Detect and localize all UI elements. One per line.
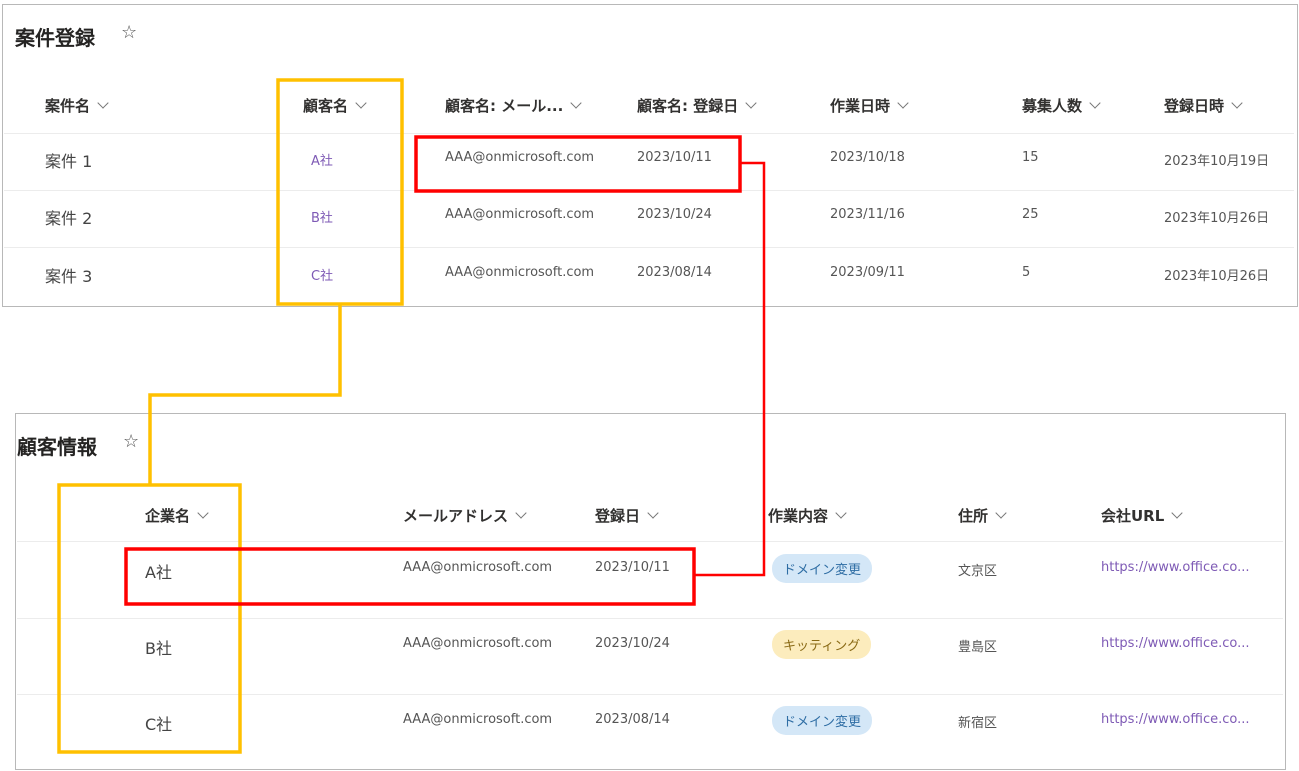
table-cell[interactable]: 案件 3 xyxy=(45,263,92,287)
table-cell: 2023/08/14 xyxy=(637,265,712,280)
column-header[interactable]: 募集人数 xyxy=(1022,95,1101,116)
table-cell: 25 xyxy=(1022,207,1039,222)
table-cell: 文京区 xyxy=(958,564,998,579)
chevron-down-icon[interactable] xyxy=(1171,507,1183,519)
table-cell: AAA@onmicrosoft.com xyxy=(403,636,553,651)
column-label: 登録日時 xyxy=(1164,97,1225,115)
column-header[interactable]: 企業名 xyxy=(145,505,209,526)
task-badge: ドメイン変更 xyxy=(772,554,873,583)
column-label: 登録日 xyxy=(595,507,641,525)
column-label: 顧客名 xyxy=(303,97,349,115)
table-cell: 5 xyxy=(1022,265,1031,280)
column-header[interactable]: 登録日 xyxy=(595,505,659,526)
table-cell: 豊島区 xyxy=(958,640,998,655)
table-cell: 2023/10/24 xyxy=(637,207,712,222)
chevron-down-icon[interactable] xyxy=(97,97,109,109)
table-cell: 2023年10月26日 xyxy=(1164,269,1270,284)
column-label: 会社URL xyxy=(1101,507,1165,525)
table-cell: 2023年10月26日 xyxy=(1164,211,1270,226)
column-label: 案件名 xyxy=(45,97,91,115)
table-cell[interactable]: 案件 1 xyxy=(45,148,92,172)
table-cell: 2023/08/14 xyxy=(595,712,670,727)
table-cell: 2023/10/18 xyxy=(830,150,905,165)
table-cell: AAA@onmicrosoft.com xyxy=(403,560,553,575)
column-header[interactable]: 作業日時 xyxy=(830,95,909,116)
customer-lookup-link[interactable]: A社 xyxy=(311,150,333,169)
chevron-down-icon[interactable] xyxy=(355,97,367,109)
column-header[interactable]: 住所 xyxy=(958,505,1007,526)
chevron-down-icon[interactable] xyxy=(647,507,659,519)
task-badge: キッティング xyxy=(772,630,872,659)
table-cell[interactable]: 案件 2 xyxy=(45,205,92,229)
favorite-star-icon[interactable]: ☆ xyxy=(121,22,137,43)
column-label: 顧客名: メール... xyxy=(445,97,564,115)
column-header[interactable]: 会社URL xyxy=(1101,505,1183,526)
chevron-down-icon[interactable] xyxy=(835,507,847,519)
column-header[interactable]: 顧客名: 登録日 xyxy=(637,95,757,116)
task-badge: ドメイン変更 xyxy=(772,706,873,735)
table-cell: 2023/10/11 xyxy=(637,150,712,165)
column-header[interactable]: 案件名 xyxy=(45,95,109,116)
column-label: 企業名 xyxy=(145,507,191,525)
company-url-link[interactable]: https://www.office.co... xyxy=(1101,560,1250,575)
table-cell: 2023/11/16 xyxy=(830,207,905,222)
column-label: 募集人数 xyxy=(1022,97,1083,115)
table-cell: 2023/10/11 xyxy=(595,560,670,575)
table-cell: 新宿区 xyxy=(958,716,998,731)
favorite-star-icon[interactable]: ☆ xyxy=(123,431,139,452)
chevron-down-icon[interactable] xyxy=(197,507,209,519)
column-header[interactable]: メールアドレス xyxy=(403,505,527,526)
customer-lookup-link[interactable]: C社 xyxy=(311,265,333,284)
column-header[interactable]: 顧客名: メール... xyxy=(445,95,582,116)
page-title: 案件登録 xyxy=(15,26,95,50)
chevron-down-icon[interactable] xyxy=(1231,97,1243,109)
customer-lookup-link[interactable]: B社 xyxy=(311,207,333,226)
chevron-down-icon[interactable] xyxy=(570,97,582,109)
chevron-down-icon[interactable] xyxy=(995,507,1007,519)
table-cell: 2023年10月19日 xyxy=(1164,154,1270,169)
company-url-link[interactable]: https://www.office.co... xyxy=(1101,712,1250,727)
chevron-down-icon[interactable] xyxy=(515,507,527,519)
table-cell: AAA@onmicrosoft.com xyxy=(403,712,553,727)
column-label: 作業日時 xyxy=(830,97,891,115)
column-label: 住所 xyxy=(958,507,989,525)
table-cell: 15 xyxy=(1022,150,1039,165)
column-header[interactable]: 作業内容 xyxy=(768,505,847,526)
company-name[interactable]: C社 xyxy=(145,711,172,735)
chevron-down-icon[interactable] xyxy=(897,97,909,109)
column-label: メールアドレス xyxy=(403,507,509,525)
table-cell: AAA@onmicrosoft.com xyxy=(445,207,595,222)
chevron-down-icon[interactable] xyxy=(745,97,757,109)
page-title: 顧客情報 xyxy=(17,435,97,459)
column-header[interactable]: 顧客名 xyxy=(303,95,367,116)
company-name[interactable]: A社 xyxy=(145,559,172,583)
table-cell: 2023/09/11 xyxy=(830,265,905,280)
column-header[interactable]: 登録日時 xyxy=(1164,95,1243,116)
company-url-link[interactable]: https://www.office.co... xyxy=(1101,636,1250,651)
table-cell: AAA@onmicrosoft.com xyxy=(445,265,595,280)
table-cell: AAA@onmicrosoft.com xyxy=(445,150,595,165)
company-name[interactable]: B社 xyxy=(145,635,172,659)
table-cell: 2023/10/24 xyxy=(595,636,670,651)
column-label: 作業内容 xyxy=(768,507,829,525)
column-label: 顧客名: 登録日 xyxy=(637,97,739,115)
chevron-down-icon[interactable] xyxy=(1089,97,1101,109)
